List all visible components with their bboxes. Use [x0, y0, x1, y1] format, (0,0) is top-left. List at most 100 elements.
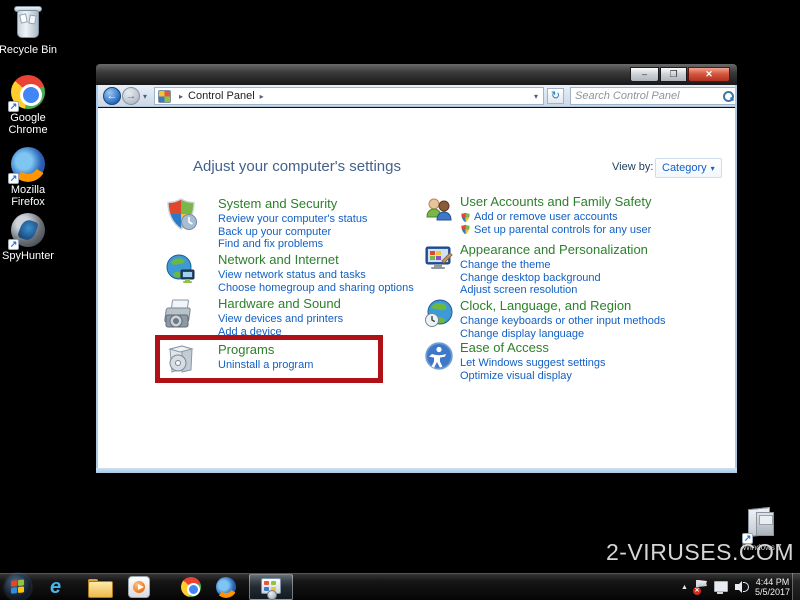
address-dropdown-chevron-icon[interactable]: ▾ — [534, 92, 543, 101]
two-users-icon[interactable] — [424, 195, 454, 225]
clock-time: 4:44 PM — [755, 577, 790, 587]
desktop-icon-recycle-bin[interactable]: Recycle Bin — [0, 6, 58, 56]
category-clock-language-region: Clock, Language, and Region Change keybo… — [424, 298, 714, 340]
spyhunter-icon: ↗ — [10, 212, 46, 248]
category-title[interactable]: Hardware and Sound — [218, 296, 414, 311]
recycle-bin-icon — [10, 6, 46, 42]
desktop-icon-google-chrome[interactable]: ↗ Google Chrome — [0, 74, 58, 136]
breadcrumb[interactable]: Control Panel — [188, 90, 255, 102]
firefox-icon — [215, 576, 237, 598]
desktop-icon-mozilla-firefox[interactable]: ↗ Mozilla Firefox — [0, 146, 58, 208]
system-tray: ▲ ✕ 4:44 PM 5/5/2017 — [681, 573, 790, 600]
category-title[interactable]: System and Security — [218, 196, 414, 211]
category-link[interactable]: Back up your computer — [218, 226, 414, 239]
search-box[interactable] — [570, 87, 736, 105]
desktop-icon-label: SpyHunter — [0, 250, 58, 262]
close-button[interactable]: ✕ — [688, 67, 730, 82]
category-title[interactable]: Appearance and Personalization — [460, 242, 714, 257]
back-button[interactable]: ← — [103, 87, 121, 105]
taskbar-chrome[interactable] — [180, 576, 204, 598]
taskbar-clock[interactable]: 4:44 PM 5/5/2017 — [755, 577, 790, 597]
volume-icon[interactable] — [735, 581, 748, 593]
taskbar-windows-explorer[interactable] — [88, 576, 112, 598]
minimize-button[interactable]: – — [630, 67, 659, 82]
window-frame — [96, 468, 737, 473]
view-by-label: View by: — [612, 161, 653, 173]
control-panel-icon — [158, 90, 171, 103]
maximize-button[interactable]: ❐ — [660, 67, 687, 82]
internet-explorer-icon: e — [50, 576, 61, 598]
taskbar-internet-explorer[interactable]: e — [50, 576, 74, 598]
ease-of-access-icon[interactable] — [424, 341, 454, 371]
desktop-icon-spyhunter[interactable]: ↗ SpyHunter — [0, 212, 58, 262]
category-link[interactable]: Change the theme — [460, 259, 714, 272]
breadcrumb-separator-icon[interactable]: ▸ — [255, 92, 269, 101]
start-button[interactable] — [5, 574, 31, 600]
action-center-flag-icon[interactable]: ✕ — [695, 580, 707, 594]
category-link[interactable]: Adjust screen resolution — [460, 284, 714, 297]
page-title: Adjust your computer's settings — [193, 158, 401, 175]
category-title[interactable]: Ease of Access — [460, 340, 714, 355]
chrome-icon: ↗ — [10, 74, 46, 110]
taskbar-firefox[interactable] — [215, 576, 239, 598]
category-link[interactable]: Change display language — [460, 328, 714, 341]
view-by-dropdown[interactable]: Category▾ — [655, 158, 722, 178]
refresh-button[interactable]: ↻ — [547, 88, 564, 104]
category-title[interactable]: User Accounts and Family Safety — [460, 194, 714, 209]
shortcut-arrow-icon: ↗ — [8, 173, 19, 184]
appearance-monitor-icon[interactable] — [424, 243, 454, 273]
category-system-and-security: System and Security Review your computer… — [164, 196, 414, 251]
taskbar-media-player[interactable] — [128, 576, 152, 598]
window-frame — [96, 85, 98, 473]
forward-button[interactable]: → — [122, 87, 140, 105]
category-link[interactable]: Add or remove user accounts — [474, 211, 618, 224]
control-panel-icon — [261, 578, 281, 594]
category-link[interactable]: Change keyboards or other input methods — [460, 315, 714, 328]
category-appearance: Appearance and Personalization Change th… — [424, 242, 714, 297]
search-input[interactable] — [571, 90, 722, 102]
category-link[interactable]: Optimize visual display — [460, 370, 714, 383]
globe-clock-icon[interactable] — [424, 299, 454, 329]
installer-box-icon: ↗ — [744, 506, 780, 542]
category-link[interactable]: Choose homegroup and sharing options — [218, 282, 414, 295]
category-user-accounts: User Accounts and Family Safety Add or r… — [424, 194, 714, 236]
desktop: Recycle Bin ↗ Google Chrome ↗ Mozilla Fi… — [0, 0, 800, 600]
uac-shield-icon — [460, 212, 471, 223]
network-tray-icon[interactable] — [714, 581, 728, 594]
uac-shield-icon — [460, 224, 471, 235]
clock-date: 5/5/2017 — [755, 587, 790, 597]
watermark: 2-VIRUSES.COM — [606, 539, 794, 566]
windows-logo-icon — [11, 579, 25, 594]
category-title[interactable]: Network and Internet — [218, 252, 414, 267]
category-link[interactable]: View network status and tasks — [218, 269, 414, 282]
category-hardware-and-sound: Hardware and Sound View devices and prin… — [164, 296, 414, 338]
security-shield-icon[interactable] — [164, 197, 198, 231]
category-title[interactable]: Clock, Language, and Region — [460, 298, 714, 313]
address-bar[interactable]: ▸ Control Panel ▸ ▾ — [154, 87, 544, 105]
shortcut-arrow-icon: ↗ — [8, 239, 19, 250]
window-frame — [735, 85, 737, 473]
desktop-icon-label: Recycle Bin — [0, 44, 58, 56]
red-highlight-box — [155, 335, 383, 383]
error-badge-icon: ✕ — [693, 587, 701, 595]
show-desktop-button[interactable] — [792, 573, 800, 600]
category-link[interactable]: Set up parental controls for any user — [474, 224, 651, 237]
taskbar: e ▲ ✕ 4:44 PM 5/5/2017 — [0, 572, 800, 600]
printer-icon[interactable] — [164, 297, 198, 331]
firefox-icon: ↗ — [10, 146, 46, 182]
network-globe-icon[interactable] — [164, 253, 198, 287]
desktop-icon-label: Google Chrome — [0, 112, 58, 136]
category-link[interactable]: Let Windows suggest settings — [460, 357, 714, 370]
navigation-bar: ← → ▾ ▸ Control Panel ▸ ▾ ↻ — [98, 85, 735, 107]
recent-pages-chevron-icon[interactable]: ▾ — [143, 92, 147, 101]
tray-expand-icon[interactable]: ▲ — [681, 584, 688, 591]
control-panel-window: – ❐ ✕ ← → ▾ ▸ Control Panel ▸ ▾ ↻ Adjust… — [96, 64, 737, 473]
chrome-icon — [180, 576, 202, 598]
category-link[interactable]: Review your computer's status — [218, 213, 414, 226]
category-link[interactable]: View devices and printers — [218, 313, 414, 326]
category-link[interactable]: Find and fix problems — [218, 238, 414, 251]
taskbar-control-panel-active[interactable] — [249, 574, 293, 600]
window-content: Adjust your computer's settings View by:… — [98, 108, 735, 468]
search-icon — [722, 90, 731, 102]
category-link[interactable]: Change desktop background — [460, 272, 714, 285]
